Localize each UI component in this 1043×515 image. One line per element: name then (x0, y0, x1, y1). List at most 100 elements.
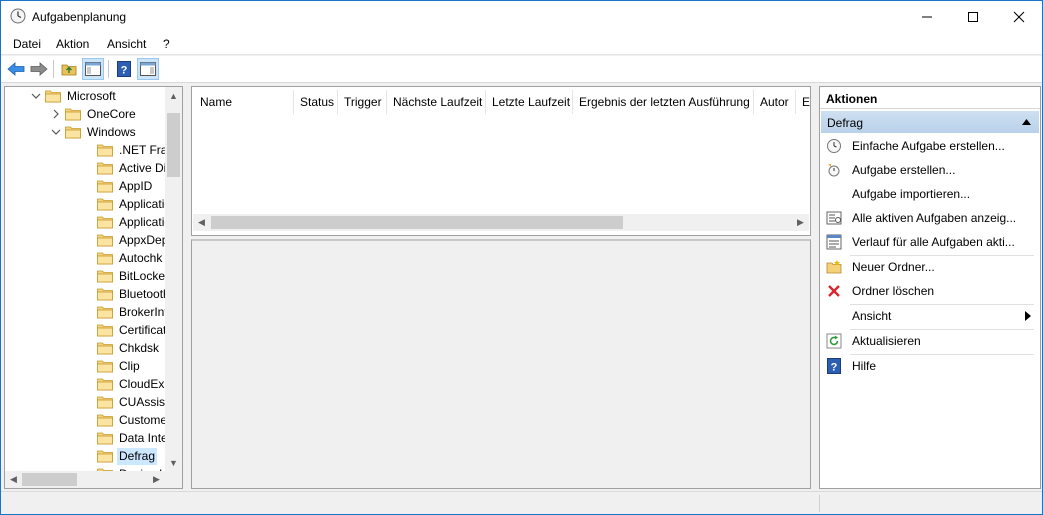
up-folder-button[interactable] (58, 58, 80, 80)
task-list-horizontal-scrollbar[interactable]: ◀ ▶ (193, 214, 809, 231)
folder-icon (97, 450, 113, 463)
action-label: Alle aktiven Aufgaben anzeig... (852, 211, 1017, 225)
folder-icon (97, 324, 113, 337)
tree-vertical-scrollbar[interactable]: ▲ ▼ (165, 87, 182, 471)
tree-hscroll-thumb[interactable] (22, 473, 77, 486)
tree-item[interactable]: Microsoft (31, 87, 118, 105)
folder-icon (97, 180, 113, 193)
tree-item[interactable]: .NET Frame (97, 141, 167, 159)
title-bar[interactable]: Aufgabenplanung (1, 1, 1042, 32)
scroll-left-icon[interactable]: ◀ (193, 214, 210, 231)
tree-item[interactable]: Data Integri (97, 429, 167, 447)
menu-aktion[interactable]: Aktion (56, 37, 89, 51)
scroll-down-icon[interactable]: ▼ (165, 454, 182, 471)
refresh-icon (826, 333, 842, 349)
column-header-last-run[interactable]: Letzte Laufzeit (486, 90, 573, 114)
action-import-task[interactable]: Aufgabe importieren... (820, 182, 1038, 206)
section-title: Defrag (827, 116, 864, 130)
show-hide-action-pane-button[interactable] (137, 58, 159, 80)
column-header-status[interactable]: Status (294, 90, 338, 114)
scroll-right-icon[interactable]: ▶ (148, 471, 165, 488)
tree-item[interactable]: CUAssistan (97, 393, 167, 411)
menu-ansicht[interactable]: Ansicht (107, 37, 146, 51)
close-icon (1013, 11, 1025, 22)
chevron-down-icon[interactable] (31, 91, 41, 101)
show-hide-tree-button[interactable] (82, 58, 104, 80)
tree-item[interactable]: Bluetooth (97, 285, 167, 303)
tree-vscroll-thumb[interactable] (167, 113, 180, 177)
menu-bar: Datei Aktion Ansicht ? (1, 32, 1042, 55)
column-header-trigger[interactable]: Trigger (338, 90, 387, 114)
back-button[interactable] (5, 58, 27, 80)
tree-item-label: Application (119, 196, 167, 211)
action-new-folder[interactable]: Neuer Ordner... (820, 255, 1038, 279)
actions-section-defrag[interactable]: Defrag (821, 111, 1039, 133)
help-icon: ? (827, 358, 841, 374)
new-folder-icon (826, 260, 842, 274)
action-refresh[interactable]: Aktualisieren (820, 329, 1038, 353)
task-list[interactable]: Name Status Trigger Nächste Laufzeit Let… (191, 86, 811, 236)
action-create-task[interactable]: Aufgabe erstellen... (820, 158, 1038, 182)
chevron-down-icon[interactable] (51, 127, 61, 137)
folder-icon (65, 126, 81, 139)
action-enable-history[interactable]: Verlauf für alle Aufgaben akti... (820, 230, 1038, 254)
folder-tree[interactable]: Microsoft OneCore Windows .NET Frame Active … (4, 86, 183, 489)
running-tasks-icon (826, 211, 842, 225)
column-header-last-result[interactable]: Ergebnis der letzten Ausführung (573, 90, 754, 114)
folder-icon (97, 360, 113, 373)
scroll-up-icon[interactable]: ▲ (165, 87, 182, 104)
tree-item[interactable]: Customer E (97, 411, 167, 429)
action-help[interactable]: ? Hilfe (820, 354, 1038, 378)
tree-item[interactable]: Application (97, 195, 167, 213)
column-header-next-run[interactable]: Nächste Laufzeit (387, 90, 486, 114)
tree-item[interactable]: Application (97, 213, 167, 231)
column-header-more[interactable]: E (796, 90, 810, 114)
tree-viewport: Microsoft OneCore Windows .NET Frame Active … (5, 87, 167, 471)
tree-item-label: Active Direc (119, 160, 167, 175)
tree-item[interactable]: CloudExper (97, 375, 167, 393)
tree-item[interactable]: Windows (51, 123, 138, 141)
tree-item[interactable]: Autochk (97, 249, 164, 267)
folder-icon (97, 162, 113, 175)
tree-horizontal-scrollbar[interactable]: ◀ ▶ (5, 471, 182, 488)
folder-icon (97, 216, 113, 229)
folder-icon (97, 288, 113, 301)
scroll-right-icon[interactable]: ▶ (792, 214, 809, 231)
menu-datei[interactable]: Datei (13, 37, 41, 51)
action-create-basic-task[interactable]: Einfache Aufgabe erstellen... (820, 134, 1038, 158)
scroll-left-icon[interactable]: ◀ (5, 471, 22, 488)
tree-item[interactable]: AppxDeploy (97, 231, 167, 249)
column-header-name[interactable]: Name (194, 90, 294, 114)
column-header-author[interactable]: Autor (754, 90, 796, 114)
back-arrow-icon (7, 62, 25, 76)
tree-item[interactable]: CertificateS (97, 321, 167, 339)
action-view-submenu[interactable]: Ansicht (820, 304, 1038, 328)
task-list-hscroll-thumb[interactable] (211, 216, 623, 229)
close-button[interactable] (996, 1, 1042, 32)
chevron-right-icon[interactable] (51, 109, 61, 119)
maximize-button[interactable] (950, 1, 996, 32)
action-show-running-tasks[interactable]: Alle aktiven Aufgaben anzeig... (820, 206, 1038, 230)
forward-button[interactable] (28, 58, 50, 80)
tree-item-label: BrokerInfras (119, 304, 167, 319)
folder-icon (97, 396, 113, 409)
tree-item[interactable]: OneCore (53, 105, 138, 123)
tree-item[interactable]: Defrag (97, 447, 158, 465)
folder-icon (97, 432, 113, 445)
action-label: Ansicht (852, 309, 892, 323)
action-label: Einfache Aufgabe erstellen... (852, 139, 1005, 153)
status-bar (1, 491, 1042, 514)
tree-item[interactable]: BrokerInfras (97, 303, 167, 321)
menu-help[interactable]: ? (163, 37, 170, 51)
help-button[interactable]: ? (113, 58, 135, 80)
minimize-button[interactable] (904, 1, 950, 32)
create-task-icon (828, 164, 840, 177)
tree-item[interactable]: AppID (97, 177, 154, 195)
tree-item[interactable]: Chkdsk (97, 339, 161, 357)
toolbar-separator (108, 60, 109, 78)
tree-item[interactable]: Clip (97, 357, 142, 375)
tree-item-label: Windows (87, 124, 136, 139)
tree-item[interactable]: BitLocker (97, 267, 167, 285)
action-delete-folder[interactable]: Ordner löschen (820, 279, 1038, 303)
tree-item[interactable]: Active Direc (97, 159, 167, 177)
